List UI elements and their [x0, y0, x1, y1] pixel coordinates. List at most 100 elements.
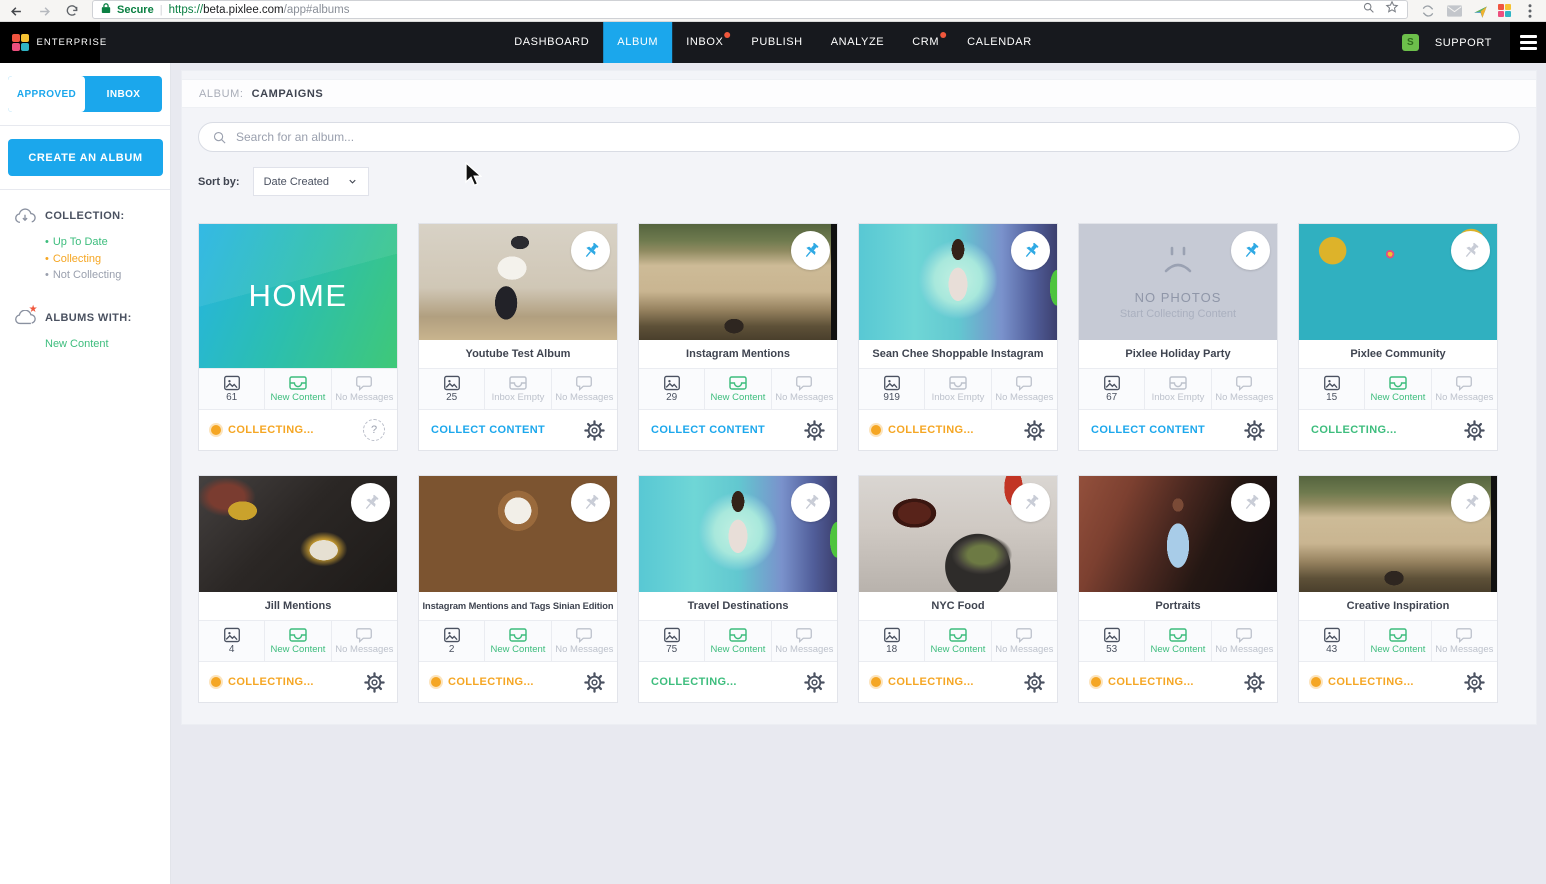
- hamburger-icon[interactable]: [1510, 22, 1546, 63]
- collect-action[interactable]: COLLECTING...: [1091, 676, 1194, 688]
- album-thumbnail[interactable]: [419, 476, 617, 592]
- browser-menu-icon[interactable]: [1522, 3, 1538, 19]
- nav-tab-crm[interactable]: CRM: [898, 22, 953, 63]
- album-thumbnail[interactable]: NO PHOTOSStart Collecting Content: [1079, 224, 1277, 340]
- gear-icon[interactable]: [364, 672, 385, 693]
- pushpin-icon[interactable]: [1011, 231, 1050, 270]
- pushpin-icon[interactable]: [1231, 231, 1270, 270]
- toggle-approved[interactable]: APPROVED: [8, 76, 85, 112]
- album-thumbnail[interactable]: [1299, 224, 1497, 340]
- gear-icon[interactable]: [1244, 672, 1265, 693]
- album-card[interactable]: Travel Destinations 75 New Content No Me…: [638, 475, 838, 703]
- extension-pixlee-icon[interactable]: [1498, 4, 1512, 18]
- album-thumbnail[interactable]: [859, 224, 1057, 340]
- url-bar[interactable]: Secure | https://beta.pixlee.com/app#alb…: [92, 0, 1408, 19]
- collect-action[interactable]: COLLECTING...: [1311, 676, 1414, 688]
- gear-icon[interactable]: [1244, 420, 1265, 441]
- collect-action[interactable]: COLLECTING...: [211, 424, 314, 436]
- collect-action[interactable]: COLLECTING...: [431, 676, 534, 688]
- album-card[interactable]: Portraits 53 New Content No Messages COL…: [1078, 475, 1278, 703]
- album-card[interactable]: Instagram Mentions and Tags Sinian Editi…: [418, 475, 618, 703]
- nav-tab-publish[interactable]: PUBLISH: [737, 22, 816, 63]
- pushpin-icon[interactable]: [351, 483, 390, 522]
- toggle-inbox[interactable]: INBOX: [85, 76, 162, 112]
- filter-not-collecting[interactable]: •Not Collecting: [45, 267, 158, 284]
- support-link[interactable]: SUPPORT: [1435, 37, 1492, 49]
- album-thumbnail[interactable]: [199, 476, 397, 592]
- album-thumbnail[interactable]: [639, 224, 837, 340]
- gear-icon[interactable]: [584, 420, 605, 441]
- extension-plane-icon[interactable]: [1472, 3, 1488, 19]
- forward-icon[interactable]: [36, 3, 52, 19]
- pushpin-icon[interactable]: [1011, 483, 1050, 522]
- collect-action[interactable]: COLLECTING...: [211, 676, 314, 688]
- collect-action[interactable]: COLLECT CONTENT: [431, 424, 545, 436]
- collect-action[interactable]: COLLECT CONTENT: [1091, 424, 1205, 436]
- sort-by-label: Sort by:: [198, 176, 240, 188]
- bookmark-star-icon[interactable]: [1385, 0, 1399, 19]
- album-card[interactable]: HOME 61 New Content No Messages COLLECTI…: [198, 223, 398, 451]
- gear-icon[interactable]: [804, 672, 825, 693]
- inbox-tray-icon: [948, 627, 968, 643]
- album-thumbnail[interactable]: [1079, 476, 1277, 592]
- album-thumbnail[interactable]: [419, 224, 617, 340]
- new-content-link[interactable]: New Content: [45, 338, 158, 350]
- collect-action[interactable]: COLLECTING...: [871, 676, 974, 688]
- album-thumbnail[interactable]: [859, 476, 1057, 592]
- gear-icon[interactable]: [1464, 672, 1485, 693]
- search-input[interactable]: [236, 130, 1506, 144]
- sort-dropdown[interactable]: Date Created: [253, 167, 369, 196]
- album-thumbnail[interactable]: [639, 476, 837, 592]
- nav-tab-analyze[interactable]: ANALYZE: [817, 22, 899, 63]
- pushpin-icon[interactable]: [791, 231, 830, 270]
- gear-icon[interactable]: [1024, 420, 1045, 441]
- album-titlebar: ALBUM: CAMPAIGNS: [182, 79, 1536, 108]
- messages-status: No Messages: [1212, 369, 1277, 409]
- album-card[interactable]: Instagram Mentions 29 New Content No Mes…: [638, 223, 838, 451]
- nav-tab-album[interactable]: ALBUM: [603, 22, 672, 63]
- refresh-icon[interactable]: [64, 3, 80, 19]
- collect-action[interactable]: COLLECTING...: [651, 676, 737, 688]
- question-icon[interactable]: ?: [363, 419, 385, 441]
- album-card[interactable]: Sean Chee Shoppable Instagram 919 Inbox …: [858, 223, 1058, 451]
- collect-action[interactable]: COLLECT CONTENT: [651, 424, 765, 436]
- pushpin-icon[interactable]: [1451, 231, 1490, 270]
- nav-tab-calendar[interactable]: CALENDAR: [953, 22, 1046, 63]
- pushpin-icon[interactable]: [1231, 483, 1270, 522]
- chat-bubble-icon: [1015, 627, 1033, 643]
- pushpin-icon[interactable]: [571, 231, 610, 270]
- messages-status: No Messages: [332, 621, 397, 661]
- album-card[interactable]: Creative Inspiration 43 New Content No M…: [1298, 475, 1498, 703]
- filter-collecting[interactable]: •Collecting: [45, 251, 158, 268]
- brand-logo[interactable]: ENTERPRISE: [0, 22, 100, 63]
- avatar[interactable]: S: [1402, 34, 1419, 51]
- album-card[interactable]: Youtube Test Album 25 Inbox Empty No Mes…: [418, 223, 618, 451]
- album-card[interactable]: NO PHOTOSStart Collecting ContentPixlee …: [1078, 223, 1278, 451]
- nav-tab-inbox[interactable]: INBOX: [672, 22, 737, 63]
- gear-icon[interactable]: [804, 420, 825, 441]
- card-footer: COLLECTING...: [639, 661, 837, 702]
- no-photos-subtitle: Start Collecting Content: [1120, 308, 1236, 320]
- extension-mail-icon[interactable]: [1446, 3, 1462, 19]
- gear-icon[interactable]: [1464, 420, 1485, 441]
- chat-bubble-icon: [355, 375, 373, 391]
- pushpin-icon[interactable]: [1451, 483, 1490, 522]
- pushpin-icon[interactable]: [571, 483, 610, 522]
- album-card[interactable]: Jill Mentions 4 New Content No Messages …: [198, 475, 398, 703]
- album-thumbnail[interactable]: HOME: [199, 224, 397, 368]
- collect-action[interactable]: COLLECTING...: [871, 424, 974, 436]
- zoom-search-icon[interactable]: [1362, 1, 1375, 19]
- nav-tab-dashboard[interactable]: DASHBOARD: [500, 22, 603, 63]
- album-card[interactable]: Pixlee Community 15 New Content No Messa…: [1298, 223, 1498, 451]
- album-thumbnail[interactable]: [1299, 476, 1497, 592]
- back-icon[interactable]: [8, 3, 24, 19]
- collect-action[interactable]: COLLECTING...: [1311, 424, 1397, 436]
- create-album-button[interactable]: CREATE AN ALBUM: [8, 139, 163, 176]
- extension-recycle-icon[interactable]: [1420, 3, 1436, 19]
- album-name: CAMPAIGNS: [252, 88, 324, 100]
- gear-icon[interactable]: [584, 672, 605, 693]
- filter-up-to-date[interactable]: •Up To Date: [45, 234, 158, 251]
- album-card[interactable]: NYC Food 18 New Content No Messages COLL…: [858, 475, 1058, 703]
- pushpin-icon[interactable]: [791, 483, 830, 522]
- gear-icon[interactable]: [1024, 672, 1045, 693]
